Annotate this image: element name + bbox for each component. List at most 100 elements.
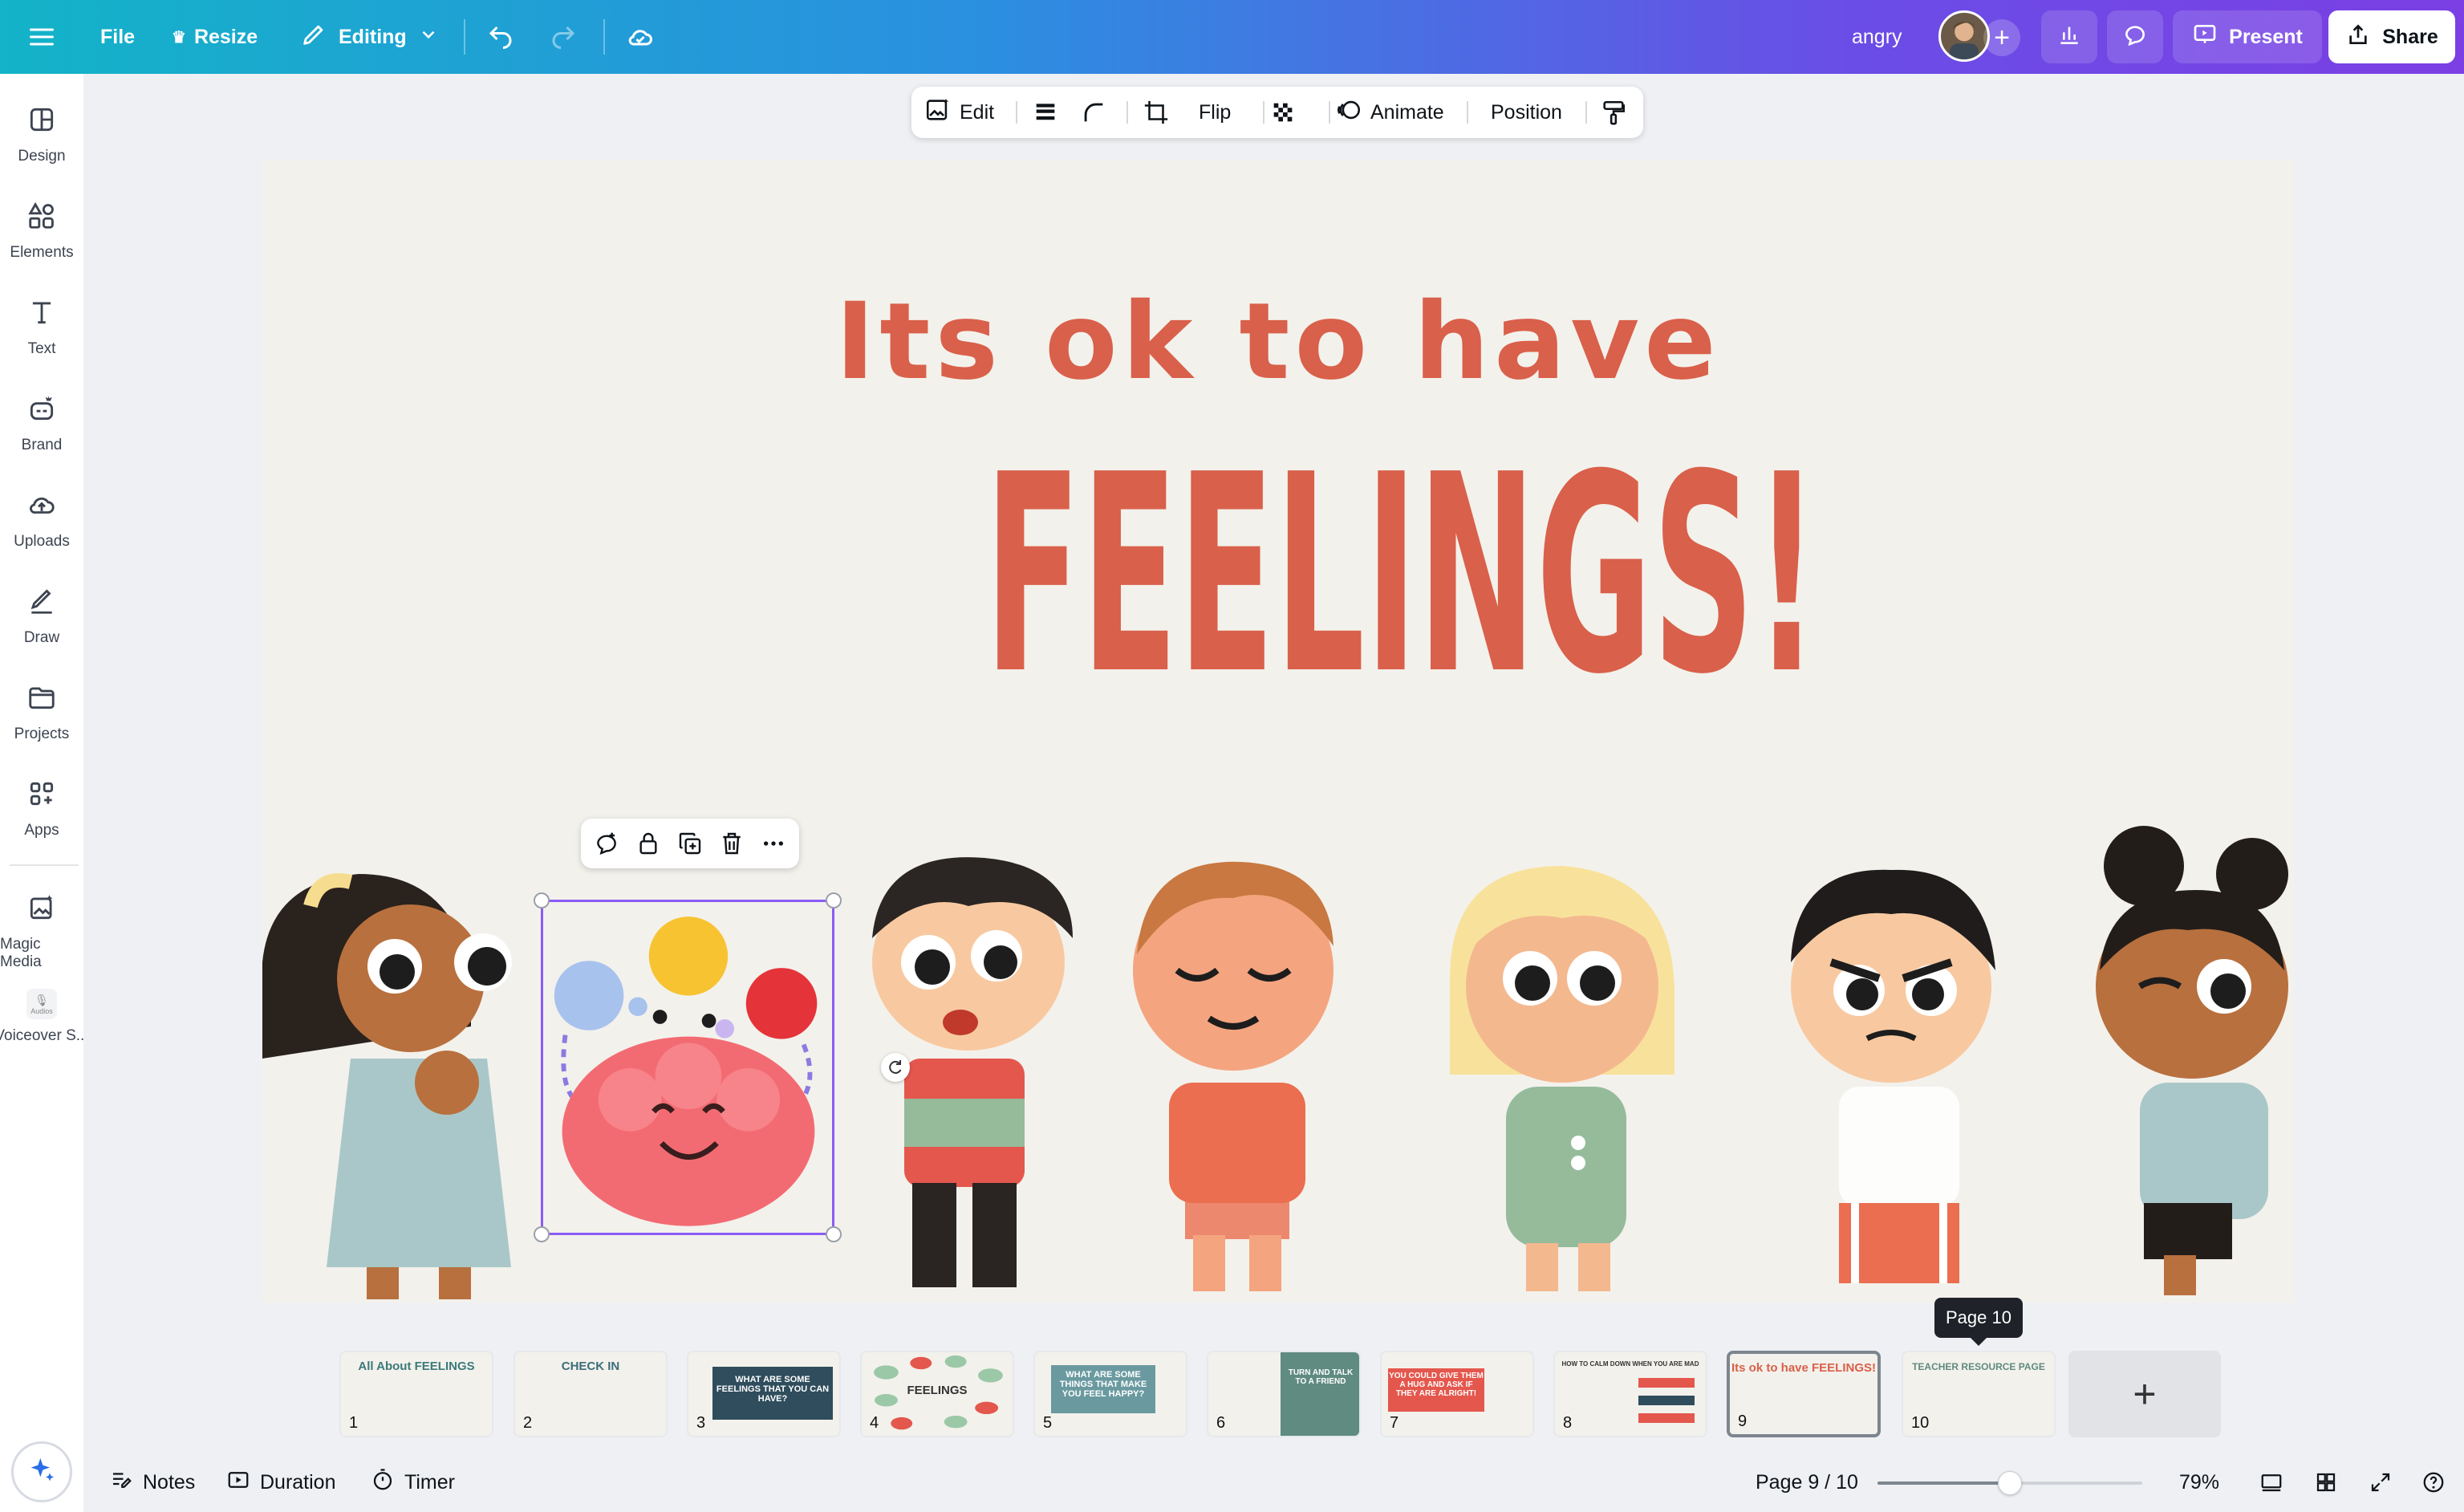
grid-view-icon[interactable] <box>2314 1453 2338 1512</box>
rotate-handle-icon[interactable] <box>881 1053 910 1082</box>
cloud-upload-icon <box>26 490 57 525</box>
share-button[interactable]: Share <box>2328 10 2455 63</box>
sidebar-item-label: Magic Media <box>0 936 42 970</box>
timer-button[interactable]: Timer <box>371 1453 455 1512</box>
thumb-number: 7 <box>1390 1414 1399 1432</box>
resize-handle-top-left[interactable] <box>534 892 550 908</box>
menu-icon[interactable] <box>27 0 56 74</box>
audio-icon: 🎙 Audios <box>26 989 57 1019</box>
help-icon[interactable] <box>2421 1453 2446 1512</box>
element-quick-toolbar <box>581 819 799 868</box>
sidebar-item-label: Elements <box>10 244 74 261</box>
sidebar-item-label: Draw <box>23 629 60 646</box>
crop-icon[interactable] <box>1143 87 1170 138</box>
position-button[interactable]: Position <box>1491 87 1562 138</box>
sidebar-item-uploads[interactable]: Uploads <box>0 490 83 551</box>
fullscreen-icon[interactable] <box>2369 1453 2393 1512</box>
edit-image-button[interactable]: Edit <box>924 87 994 138</box>
sidebar-item-draw[interactable]: Draw <box>0 586 83 647</box>
sidebar-divider <box>10 864 79 866</box>
thumb-text: WHAT ARE SOME THINGS THAT MAKE YOU FEEL … <box>1059 1370 1147 1399</box>
separator <box>1016 101 1017 124</box>
thumb-number: 1 <box>349 1414 359 1432</box>
sidebar-item-apps[interactable]: Apps <box>0 778 83 839</box>
page-indicator[interactable]: Page 9 / 10 <box>1756 1453 1858 1512</box>
zoom-slider[interactable] <box>1877 1471 2142 1495</box>
magic-media-icon <box>26 892 57 928</box>
page-thumbnail-5[interactable]: WHAT ARE SOME THINGS THAT MAKE YOU FEEL … <box>1033 1351 1187 1437</box>
page-thumbnail-8[interactable]: HOW TO CALM DOWN WHEN YOU ARE MAD 8 <box>1553 1351 1707 1437</box>
border-weight-icon[interactable] <box>1032 87 1059 138</box>
more-options-icon[interactable] <box>757 827 790 860</box>
page-view-icon[interactable] <box>2259 1453 2283 1512</box>
separator <box>1329 101 1330 124</box>
notes-button[interactable]: Notes <box>109 1453 195 1512</box>
crown-icon: ♛ <box>172 28 186 47</box>
present-label: Present <box>2229 25 2303 48</box>
cloud-saved-icon[interactable] <box>626 0 655 74</box>
zoom-slider-fill <box>1877 1482 2010 1485</box>
flip-button[interactable]: Flip <box>1199 87 1231 138</box>
resize-handle-bottom-right[interactable] <box>826 1226 842 1242</box>
duration-icon <box>226 1468 250 1498</box>
page-thumbnail-6[interactable]: TURN AND TALK TO A FRIEND 6 <box>1207 1351 1361 1437</box>
copy-style-icon[interactable] <box>1600 87 1627 138</box>
thumb-number: 9 <box>1738 1412 1748 1430</box>
slide-title[interactable]: FEELINGS! <box>872 425 1931 713</box>
resize-button[interactable]: ♛ Resize <box>172 0 258 74</box>
duplicate-icon[interactable] <box>674 827 706 860</box>
selected-element-frame[interactable] <box>534 892 842 1242</box>
boy-angry-figure <box>1791 869 1995 1283</box>
add-collaborator-button[interactable]: + <box>1983 19 2020 56</box>
page-thumbnail-4[interactable]: FEELINGS 4 <box>860 1351 1014 1437</box>
comment-icon <box>2122 22 2148 53</box>
comments-button[interactable] <box>2107 10 2163 63</box>
zoom-level[interactable]: 79% <box>2179 1453 2219 1512</box>
separator <box>1126 101 1128 124</box>
editing-mode-dropdown[interactable]: Editing <box>300 0 439 74</box>
sidebar-item-label: Text <box>27 340 56 357</box>
file-menu[interactable]: File <box>100 0 135 74</box>
sidebar-item-voiceover[interactable]: 🎙 Audios Voiceover S... <box>0 989 83 1045</box>
page-thumbnail-3[interactable]: WHAT ARE SOME FEELINGS THAT YOU CAN HAVE… <box>687 1351 841 1437</box>
slide-subtitle[interactable]: Its ok to have <box>262 280 2294 404</box>
separator <box>1263 101 1264 124</box>
sidebar-item-elements[interactable]: Elements <box>0 201 83 262</box>
page-thumbnail-1[interactable]: All About FEELINGS 1 <box>339 1351 493 1437</box>
insights-button[interactable] <box>2041 10 2097 63</box>
bar-chart-icon <box>2056 22 2082 53</box>
text-icon <box>26 297 57 332</box>
girl-thinking-figure <box>262 873 512 1299</box>
shapes-icon <box>26 201 57 236</box>
present-button[interactable]: Present <box>2173 10 2322 63</box>
resize-label: Resize <box>193 25 258 48</box>
page-thumbnail-7[interactable]: YOU COULD GIVE THEM A HUG AND ASK IF THE… <box>1380 1351 1534 1437</box>
trash-icon[interactable] <box>716 827 748 860</box>
redo-icon[interactable] <box>549 0 578 74</box>
thumb-bar <box>1638 1396 1695 1405</box>
lock-icon[interactable] <box>632 827 664 860</box>
design-title[interactable]: angry <box>1852 0 1902 74</box>
sidebar-item-design[interactable]: Design <box>0 104 83 165</box>
page-thumbnail-10[interactable]: TEACHER RESOURCE PAGE 10 <box>1902 1351 2056 1437</box>
sidebar-item-magic-media[interactable]: Magic Media <box>0 892 83 971</box>
page-thumbnail-2[interactable]: CHECK IN 2 <box>514 1351 668 1437</box>
sidebar-item-text[interactable]: Text <box>0 297 83 358</box>
transparency-icon[interactable] <box>1269 87 1297 138</box>
sidebar-item-brand[interactable]: Brand <box>0 393 83 454</box>
comment-add-icon[interactable] <box>591 827 623 860</box>
page-thumbnail-9[interactable]: Its ok to have FEELINGS! 9 <box>1727 1351 1881 1437</box>
zoom-slider-knob[interactable] <box>1998 1471 2022 1495</box>
pen-icon <box>26 586 57 621</box>
animate-icon <box>1335 96 1362 129</box>
add-page-button[interactable]: + <box>2068 1351 2221 1437</box>
sidebar-item-projects[interactable]: Projects <box>0 682 83 743</box>
animate-button[interactable]: Animate <box>1335 87 1444 138</box>
page-tooltip: Page 10 <box>1934 1298 2023 1346</box>
undo-icon[interactable] <box>486 0 515 74</box>
resize-handle-top-right[interactable] <box>826 892 842 908</box>
avatar[interactable] <box>1938 10 1990 62</box>
corner-rounding-icon[interactable] <box>1080 87 1107 138</box>
resize-handle-bottom-left[interactable] <box>534 1226 550 1242</box>
duration-button[interactable]: Duration <box>226 1453 336 1512</box>
